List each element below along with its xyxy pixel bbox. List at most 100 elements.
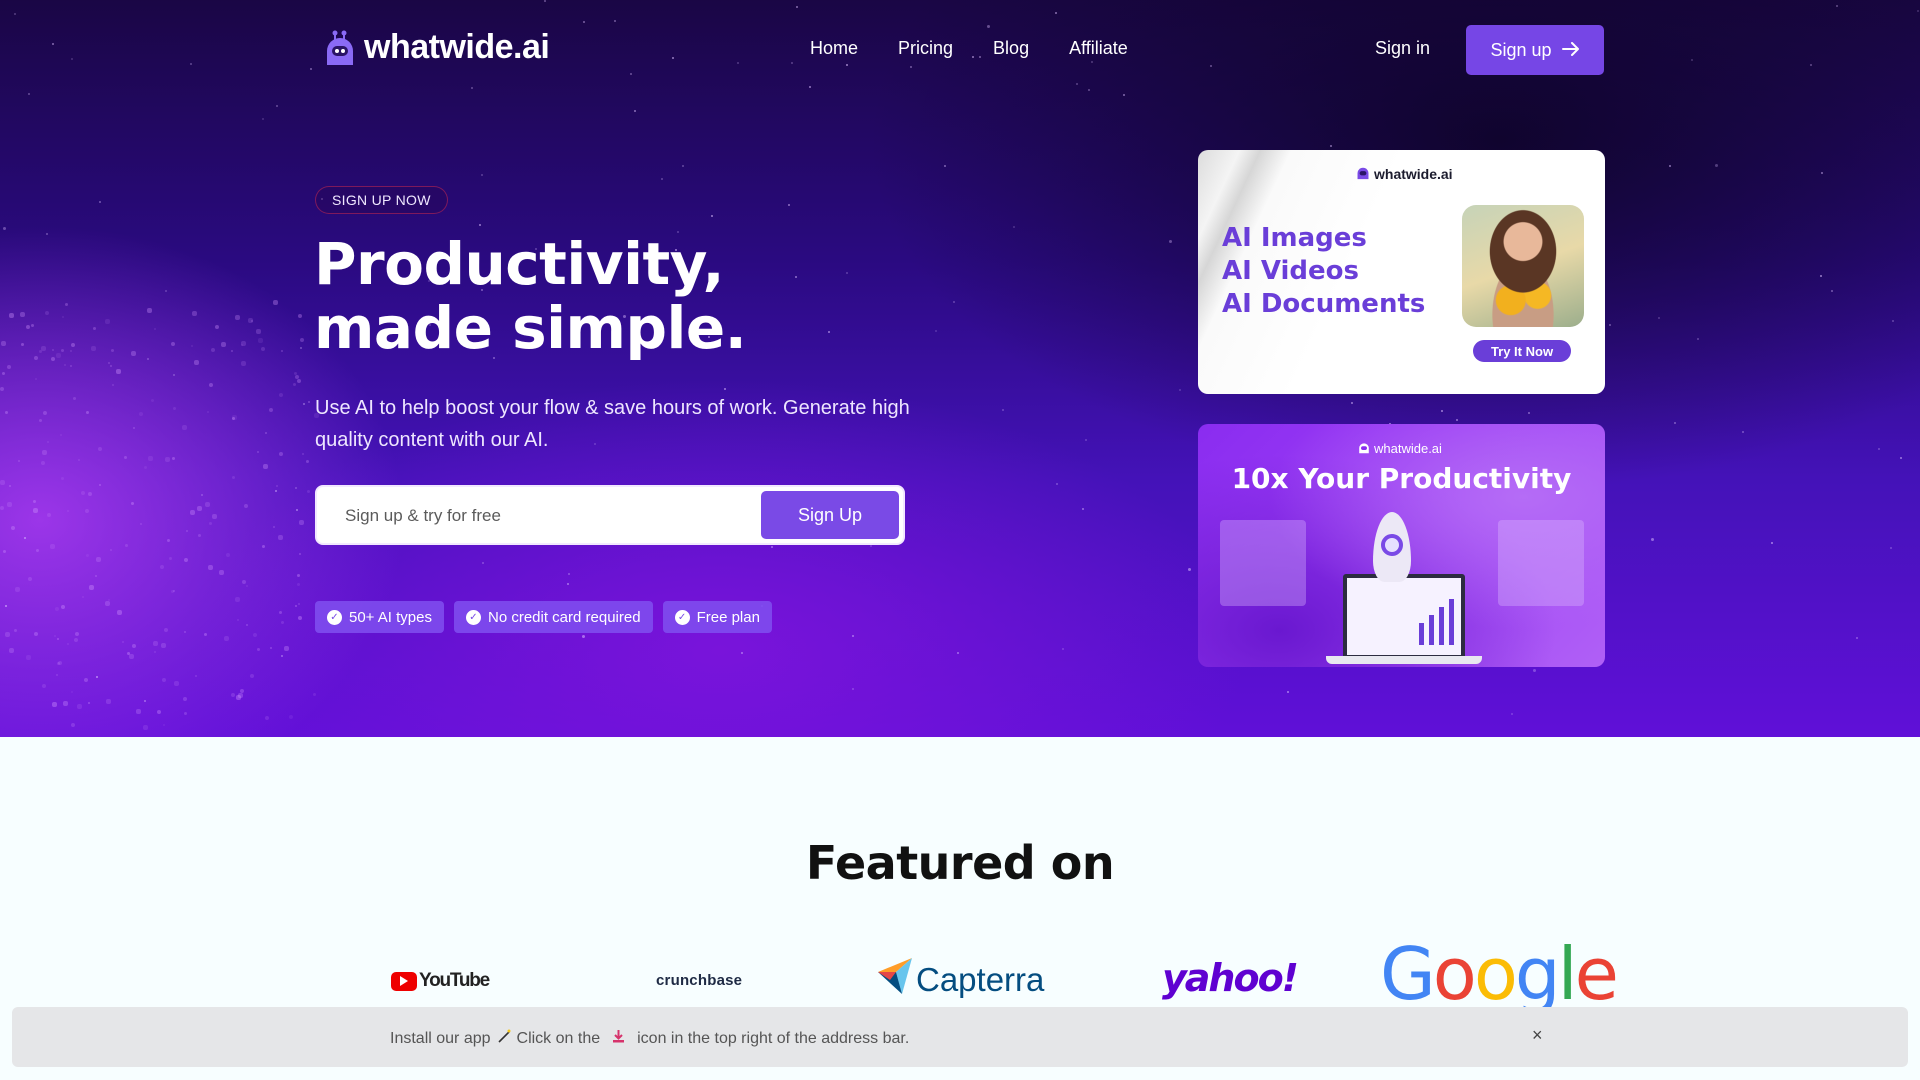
glitter-speck — [5, 411, 8, 414]
glitter-speck — [163, 724, 165, 726]
glitter-speck — [265, 716, 269, 720]
glitter-speck — [198, 534, 201, 537]
feature-pill: ✓ No credit card required — [453, 601, 653, 633]
glitter-speck — [47, 441, 49, 443]
star-dot — [144, 700, 146, 702]
glitter-speck — [56, 674, 58, 676]
card-logo-text: whatwide.ai — [1374, 165, 1453, 182]
robot-logo-icon — [1356, 164, 1370, 183]
glitter-speck — [125, 544, 128, 547]
glitter-speck — [162, 678, 166, 682]
arrow-right-icon — [1561, 40, 1580, 61]
star-dot — [1821, 172, 1823, 174]
glitter-speck — [297, 574, 300, 577]
close-icon[interactable]: × — [1532, 1025, 1543, 1046]
glitter-speck — [9, 648, 14, 653]
youtube-logo: YouTube — [391, 970, 490, 992]
glitter-speck — [284, 646, 289, 651]
glitter-speck — [54, 635, 56, 637]
glitter-speck — [0, 506, 4, 510]
glitter-speck — [171, 342, 175, 346]
check-circle-icon: ✓ — [465, 609, 481, 625]
glitter-speck — [297, 583, 300, 586]
glitter-speck — [132, 644, 136, 648]
star-dot — [1169, 240, 1172, 243]
glitter-speck — [281, 621, 284, 624]
nav-link-blog[interactable]: Blog — [993, 38, 1029, 59]
star-dot — [944, 165, 946, 167]
glitter-speck — [71, 691, 73, 693]
glitter-speck — [34, 356, 38, 360]
star-dot — [567, 583, 569, 585]
star-dot — [3, 227, 6, 230]
star-dot — [296, 509, 298, 511]
glitter-speck — [110, 365, 112, 367]
star-dot — [1056, 483, 1058, 485]
star-dot — [741, 652, 743, 654]
glitter-speck — [81, 491, 85, 495]
glitter-speck — [279, 452, 283, 456]
glitter-speck — [3, 550, 6, 553]
glitter-speck — [71, 723, 75, 727]
glitter-speck — [74, 638, 78, 642]
sign-in-link[interactable]: Sign in — [1375, 38, 1430, 59]
star-dot — [582, 635, 585, 638]
glitter-speck — [86, 411, 89, 414]
sign-up-now-badge: SIGN UP NOW — [315, 186, 448, 214]
glitter-speck — [85, 509, 89, 513]
top-nav: whatwide.ai Home Pricing Blog Affiliate … — [0, 0, 1920, 100]
signup-email-input[interactable] — [331, 495, 751, 537]
crunchbase-logo: crunchbase — [656, 972, 743, 989]
star-dot — [1179, 389, 1181, 391]
star-dot — [481, 174, 483, 176]
glitter-speck — [70, 350, 72, 352]
star-dot — [1062, 648, 1064, 650]
glitter-speck — [147, 308, 152, 313]
glitter-speck — [269, 408, 273, 412]
glitter-speck — [61, 477, 64, 480]
star-dot — [1287, 691, 1289, 693]
star-dot — [1528, 412, 1530, 414]
install-app-banner: Install our app Click on the icon in the… — [12, 1007, 1908, 1067]
star-dot — [281, 655, 283, 657]
glitter-speck — [99, 484, 101, 486]
glitter-speck — [302, 453, 304, 455]
glitter-speck — [256, 329, 261, 334]
star-dot — [99, 201, 101, 203]
glitter-speck — [75, 632, 79, 636]
glitter-speck — [307, 490, 310, 493]
glitter-speck — [278, 535, 283, 540]
try-it-now-button[interactable]: Try It Now — [1473, 340, 1571, 362]
glitter-speck — [265, 432, 267, 434]
glitter-speck — [246, 585, 248, 587]
glitter-speck — [238, 693, 243, 698]
signup-form: Sign Up — [315, 485, 905, 545]
glitter-speck — [117, 610, 122, 615]
star-dot — [1900, 457, 1902, 459]
glitter-speck — [186, 530, 188, 532]
robot-logo-icon — [1358, 440, 1370, 457]
glitter-speck — [174, 681, 179, 686]
promo-card-productivity[interactable]: whatwide.ai 10x Your Productivity — [1198, 424, 1605, 667]
glitter-speck — [136, 709, 141, 714]
nav-link-home[interactable]: Home — [810, 38, 858, 59]
glitter-speck — [33, 500, 36, 503]
star-dot — [276, 105, 278, 107]
glitter-speck — [184, 631, 186, 633]
nav-link-affiliate[interactable]: Affiliate — [1069, 38, 1128, 59]
logo-link[interactable]: whatwide.ai — [324, 28, 550, 67]
sign-up-button[interactable]: Sign up — [1466, 25, 1604, 75]
form-sign-up-button[interactable]: Sign Up — [761, 491, 899, 539]
hero-subtext: Use AI to help boost your flow & save ho… — [315, 397, 910, 451]
glitter-speck — [281, 350, 283, 352]
nav-link-pricing[interactable]: Pricing — [898, 38, 953, 59]
glitter-speck — [154, 328, 156, 330]
glitter-speck — [111, 349, 114, 352]
star-dot — [935, 330, 937, 332]
promo-card-ai-content[interactable]: whatwide.ai AI Images AI Videos AI Docum… — [1198, 150, 1605, 394]
glitter-speck — [20, 312, 25, 317]
glitter-speck — [124, 456, 127, 459]
glitter-speck — [209, 383, 213, 387]
glitter-speck — [295, 605, 297, 607]
glitter-speck — [195, 675, 197, 677]
